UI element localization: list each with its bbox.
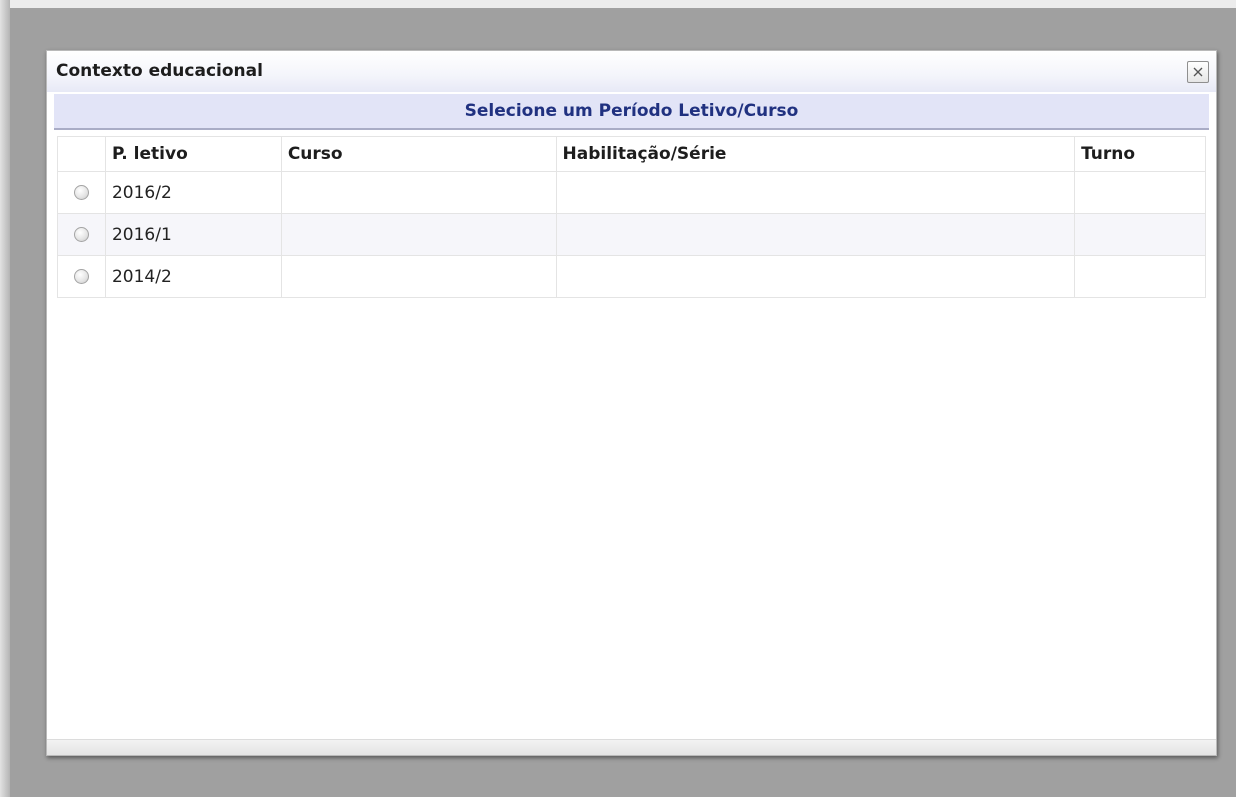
header-habilitacao-serie: Habilitação/Série [555,136,1076,172]
header-select [57,136,106,172]
dialog-titlebar: Contexto educacional [47,51,1216,92]
row-select-cell [57,255,106,298]
periodo-cell: 2016/1 [104,213,282,256]
period-radio[interactable] [73,185,89,200]
turno-cell [1074,255,1206,298]
dialog-title: Contexto educacional [56,61,263,81]
header-periodo-letivo: P. letivo [104,136,282,172]
curso-cell [280,213,557,256]
header-curso: Curso [280,136,557,172]
dialog-footer [47,739,1216,755]
periodo-cell: 2016/2 [104,171,282,214]
curso-cell [280,171,557,214]
habilitacao-cell [555,255,1076,298]
overlay-top-edge [0,0,1236,8]
close-button[interactable] [1187,61,1209,83]
table-row[interactable]: 2014/2 [57,255,1206,298]
row-select-cell [57,213,106,256]
periodo-cell: 2014/2 [104,255,282,298]
close-icon [1193,67,1203,77]
header-turno: Turno [1074,136,1206,172]
curso-cell [280,255,557,298]
row-select-cell [57,171,106,214]
period-radio[interactable] [73,269,89,284]
habilitacao-cell [555,171,1076,214]
context-dialog: Contexto educacional Selecione um Períod… [46,50,1217,756]
period-table: P. letivo Curso Habilitação/Série Turno … [57,136,1206,298]
habilitacao-cell [555,213,1076,256]
table-row[interactable]: 2016/2 [57,171,1206,214]
dialog-subtitle: Selecione um Período Letivo/Curso [54,94,1209,130]
table-header-row: P. letivo Curso Habilitação/Série Turno [57,136,1206,172]
table-row[interactable]: 2016/1 [57,213,1206,256]
turno-cell [1074,171,1206,214]
period-radio[interactable] [73,227,89,242]
overlay-left-edge [0,0,10,797]
turno-cell [1074,213,1206,256]
